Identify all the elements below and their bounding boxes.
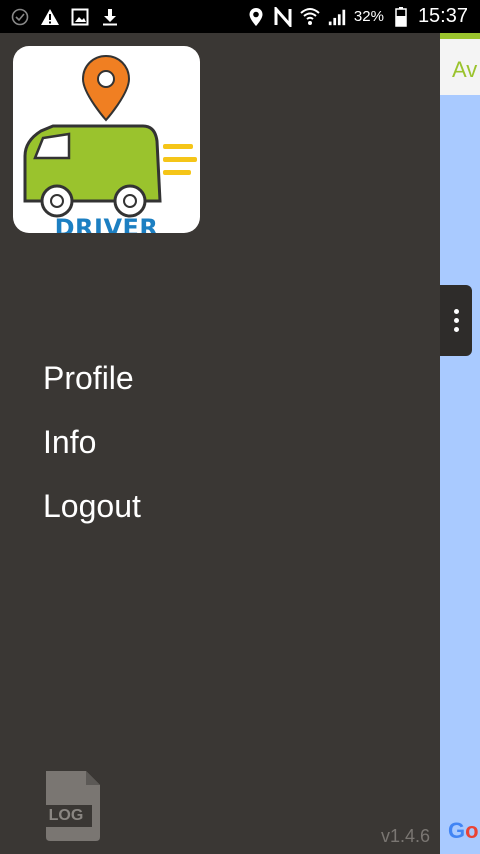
image-icon <box>70 7 90 27</box>
warning-icon <box>40 7 60 27</box>
map-area: Av <box>440 33 480 854</box>
drawer-menu: Profile Info Logout <box>43 358 141 550</box>
logo-text: DRIVER <box>54 214 159 233</box>
tab-indicator <box>440 33 480 39</box>
google-logo: Go <box>448 818 479 843</box>
battery-icon <box>391 6 411 27</box>
more-dot-icon <box>453 309 459 314</box>
check-circle-icon <box>10 7 30 27</box>
app-logo: DRIVER <box>13 46 200 233</box>
more-options-button[interactable] <box>440 285 472 356</box>
log-file-icon[interactable]: LOG <box>42 771 103 841</box>
menu-item-info[interactable]: Info <box>43 422 141 486</box>
app-version: v1.4.6 <box>381 826 431 846</box>
download-icon <box>100 7 120 27</box>
signal-icon <box>327 7 347 27</box>
menu-item-logout[interactable]: Logout <box>43 486 141 550</box>
clock: 15:37 <box>417 5 468 27</box>
more-dot-icon <box>453 318 459 323</box>
battery-percent: 32% <box>353 8 384 25</box>
menu-item-profile[interactable]: Profile <box>43 358 141 422</box>
tab-label-partial[interactable]: Av <box>452 57 477 83</box>
status-bar: 32% 15:37 <box>0 0 480 33</box>
nfc-icon <box>273 6 293 27</box>
navigation-drawer: DRIVER Profile Info Logout LOG v1.4.6 <box>0 33 440 854</box>
wifi-icon <box>300 7 320 27</box>
log-icon-label: LOG <box>48 807 84 824</box>
more-dot-icon <box>453 327 459 332</box>
map-canvas[interactable] <box>440 95 480 854</box>
driver-van-logo-icon <box>23 54 197 218</box>
location-pin-icon <box>246 7 266 27</box>
